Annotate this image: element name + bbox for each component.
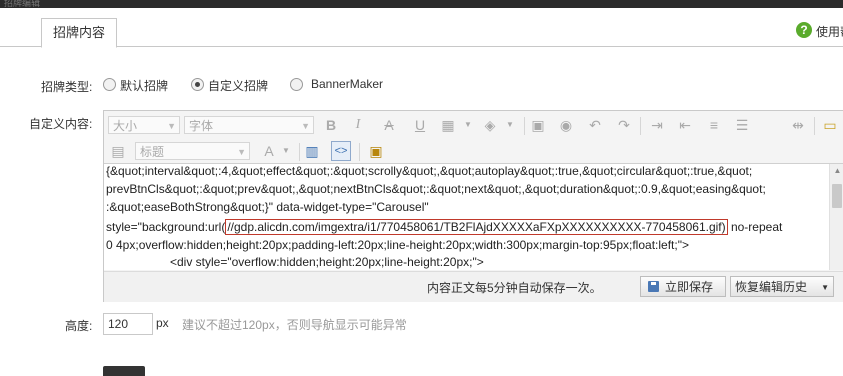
bold-icon[interactable]: B: [321, 115, 341, 135]
source-code-icon[interactable]: <>: [331, 141, 351, 161]
fill-color-icon[interactable]: ◈: [480, 115, 500, 135]
font-family-select[interactable]: 字体 ▼: [184, 116, 314, 134]
paragraph-icon[interactable]: ▤: [108, 141, 128, 161]
height-input[interactable]: 120: [103, 313, 153, 335]
restore-history-button[interactable]: 恢复编辑历史 ▼: [730, 276, 834, 297]
italic-icon[interactable]: I: [348, 115, 368, 135]
toolbar-separator: [640, 117, 641, 135]
image-icon[interactable]: ▣: [528, 115, 548, 135]
vertical-scrollbar[interactable]: ▲: [829, 164, 843, 270]
content-line-style: style="background:url(//gdp.alicdn.com/i…: [106, 219, 783, 235]
content-line: {&quot;interval&quot;:4,&quot;effect&quo…: [106, 164, 753, 178]
heading-select[interactable]: 标题 ▼: [135, 142, 250, 160]
font-size-select[interactable]: 大小 ▼: [108, 116, 180, 134]
highlighted-url: //gdp.alicdn.com/imgextra/i1/770458061/T…: [225, 219, 728, 235]
save-now-label: 立即保存: [665, 280, 714, 294]
tab-signboard-content[interactable]: 招牌内容: [41, 18, 117, 48]
content-line: :&quot;easeBothStrong&quot;}" data-widge…: [106, 200, 429, 214]
chevron-down-icon: ▼: [237, 147, 246, 157]
restore-history-label: 恢复编辑历史: [735, 280, 808, 294]
scrollbar-thumb[interactable]: [832, 184, 842, 208]
signboard-type-label: 招牌类型:: [41, 80, 93, 94]
redo-icon[interactable]: ↷: [614, 115, 634, 135]
chevron-down-icon[interactable]: ▼: [276, 141, 296, 161]
tab-bar: 招牌内容: [0, 16, 843, 48]
undo-icon[interactable]: ↶: [585, 115, 605, 135]
scroll-up-icon[interactable]: ▲: [830, 164, 843, 178]
editor-toolbar-row-2: ▤ 标题 ▼ A ▼ ▥ <> ▣: [104, 139, 843, 164]
chevron-down-icon[interactable]: ▼: [500, 115, 520, 135]
radio-default-signboard[interactable]: [103, 78, 116, 91]
radio-bannermaker[interactable]: [290, 78, 303, 91]
justify-icon[interactable]: ☰: [732, 115, 752, 135]
save-icon: [648, 281, 659, 292]
font-size-select-value: 大小: [113, 119, 138, 133]
height-label: 高度:: [65, 319, 93, 333]
table-icon[interactable]: ▦: [438, 115, 458, 135]
content-line: prevBtnCls&quot;:&quot;prev&quot;,&quot;…: [106, 182, 766, 196]
preview-icon[interactable]: ▥: [302, 141, 322, 161]
help-icon[interactable]: ?: [796, 22, 812, 38]
radio-bannermaker-label[interactable]: BannerMaker: [311, 77, 383, 91]
editor-footer: 内容正文每5分钟自动保存一次。 立即保存 恢复编辑历史 ▼: [104, 271, 843, 302]
style-prefix: style="background:url(: [106, 220, 226, 234]
content-line: <div style="overflow:hidden;height:20px;…: [170, 255, 484, 269]
rich-text-editor: 大小 ▼ 字体 ▼ B I A U ▦ ▼ ◈ ▼ ▣ ◉ ↶ ↷ ⇥ ⇤ ≡ ☰ …: [103, 110, 843, 302]
radio-default-signboard-label[interactable]: 默认招牌: [120, 77, 168, 94]
autosave-notice: 内容正文每5分钟自动保存一次。: [427, 281, 602, 295]
window-title-bar: 招牌编辑: [0, 0, 843, 8]
chevron-down-icon[interactable]: ▼: [458, 115, 478, 135]
editor-toolbar-row-1: 大小 ▼ 字体 ▼ B I A U ▦ ▼ ◈ ▼ ▣ ◉ ↶ ↷ ⇥ ⇤ ≡ ☰ …: [104, 111, 843, 139]
font-family-select-value: 字体: [189, 119, 214, 133]
heading-select-value: 标题: [140, 145, 165, 159]
toolbar-separator: [299, 143, 300, 161]
underline-icon[interactable]: U: [410, 115, 430, 135]
indent-icon[interactable]: ⇥: [647, 115, 667, 135]
media-icon[interactable]: ◉: [556, 115, 576, 135]
chevron-down-icon: ▼: [821, 283, 829, 292]
custom-content-label: 自定义内容:: [29, 117, 93, 131]
chevron-down-icon: ▼: [167, 121, 176, 131]
align-icon[interactable]: ≡: [704, 115, 724, 135]
toolbar-separator: [814, 117, 815, 135]
fullscreen-icon[interactable]: ▣: [366, 141, 386, 161]
emoticon-icon[interactable]: ▭: [820, 115, 840, 135]
toolbar-separator: [359, 143, 360, 161]
editor-content-area[interactable]: {&quot;interval&quot;:4,&quot;effect&quo…: [104, 164, 829, 270]
link-icon[interactable]: ⇹: [788, 115, 808, 135]
style-suffix: no-repeat: [727, 220, 783, 234]
save-now-button[interactable]: 立即保存: [640, 276, 726, 297]
height-hint: 建议不超过120px，否则导航显示可能异常: [182, 318, 407, 332]
submit-button[interactable]: [103, 366, 145, 376]
chevron-down-icon: ▼: [301, 121, 310, 131]
radio-custom-signboard[interactable]: [191, 78, 204, 91]
radio-custom-signboard-label[interactable]: 自定义招牌: [208, 77, 268, 94]
toolbar-separator: [524, 117, 525, 135]
help-label[interactable]: 使用帮: [816, 23, 843, 40]
height-unit: px: [156, 316, 169, 330]
strikethrough-icon[interactable]: A: [379, 115, 399, 135]
window-title: 招牌编辑: [4, 0, 41, 8]
outdent-icon[interactable]: ⇤: [675, 115, 695, 135]
content-line: 0 4px;overflow:hidden;height:20px;paddin…: [106, 238, 689, 252]
